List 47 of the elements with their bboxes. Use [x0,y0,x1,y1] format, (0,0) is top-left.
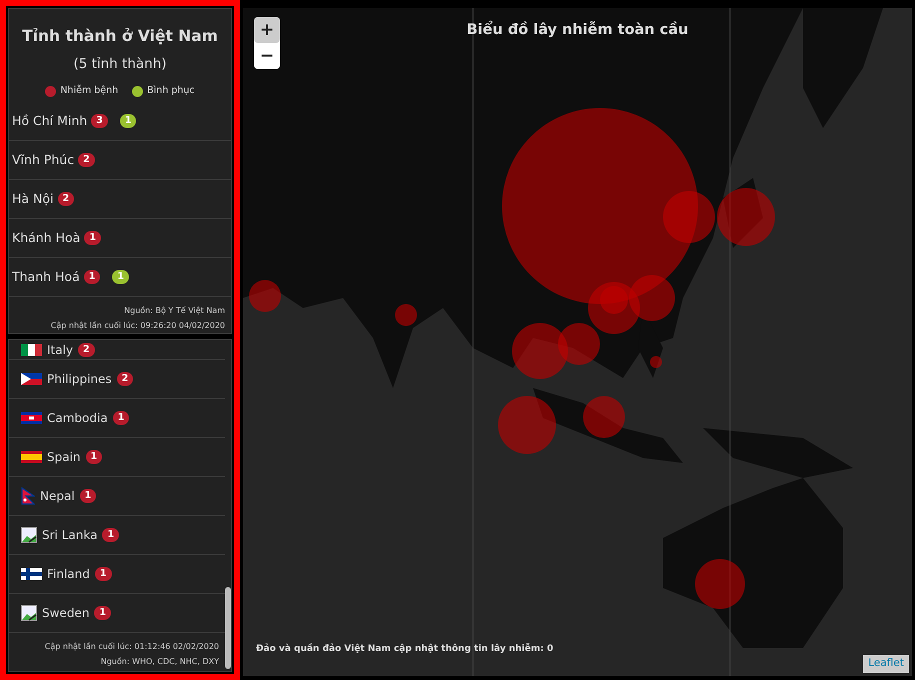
flag-icon [21,344,42,356]
flag-icon [21,451,42,463]
map-title: Biểu đồ lây nhiễm toàn cầu [466,20,688,40]
infected-count: 1 [112,411,130,425]
country-name: Italy [47,342,74,358]
flag-icon [21,487,35,505]
infected-count: 2 [58,192,74,206]
source-text: Nguồn: Bộ Y Tế Việt Nam [123,305,225,318]
infected-count: 1 [102,528,120,542]
province-name: Vĩnh Phúc [12,150,74,169]
broken-image-icon [21,527,37,543]
map[interactable]: Biểu đồ lây nhiễm toàn cầu + − Đảo và quần đảo Việt Nam cập nhật thông tin lây nhiễm: 0 Leaflet [243,8,912,676]
flag-icon [21,412,42,424]
infected-count: 3 [91,114,108,128]
legend-label: Nhiễm bệnh [60,84,118,98]
map-caption: Đảo và quần đảo Việt Nam cập nhật thông tin lây nhiễm: 0 [256,642,554,656]
province-name: Hồ Chí Minh [12,112,88,130]
recovered-count: 1 [112,270,129,284]
flag-icon [21,568,42,580]
country-name: Spain [47,449,81,466]
country-name: Finland [47,566,90,583]
infected-count: 2 [78,153,95,168]
source-text: Nguồn: WHO, CDC, NHC, DXY [100,656,219,668]
flag-icon [21,373,42,385]
province-name: Hà Nội [12,190,54,208]
infected-count: 2 [116,372,134,386]
panel-title: Tỉnh thành ở Việt Nam (5 tỉnh thành) [21,26,219,74]
province-name: Thanh Hoá [12,268,80,286]
legend-label: Bình phục [147,84,195,98]
infected-count: 2 [78,342,95,356]
infected-count: 1 [80,489,96,503]
infected-count: 1 [84,270,100,284]
country-name: Sri Lanka [42,527,98,544]
country-name: Nepal [40,488,75,505]
recovered-count: 1 [120,114,136,128]
country-name: Philippines [47,371,112,388]
update-time: Cập nhật lần cuối lúc: 01:12:46 02/02/2020 [44,641,219,653]
country-name: Sweden [42,605,90,622]
infected-count: 1 [84,231,101,246]
province-name: Khánh Hoà [12,228,80,247]
infected-count: 1 [86,450,102,464]
zoom-in-button[interactable]: + [254,17,280,43]
update-time: Cập nhật lần cuối lúc: 09:26:20 04/02/2020 [50,320,225,332]
country-name: Cambodia [47,410,108,427]
broken-image-icon [21,605,37,621]
infected-count: 1 [94,567,112,581]
infected-count: 1 [94,606,112,620]
